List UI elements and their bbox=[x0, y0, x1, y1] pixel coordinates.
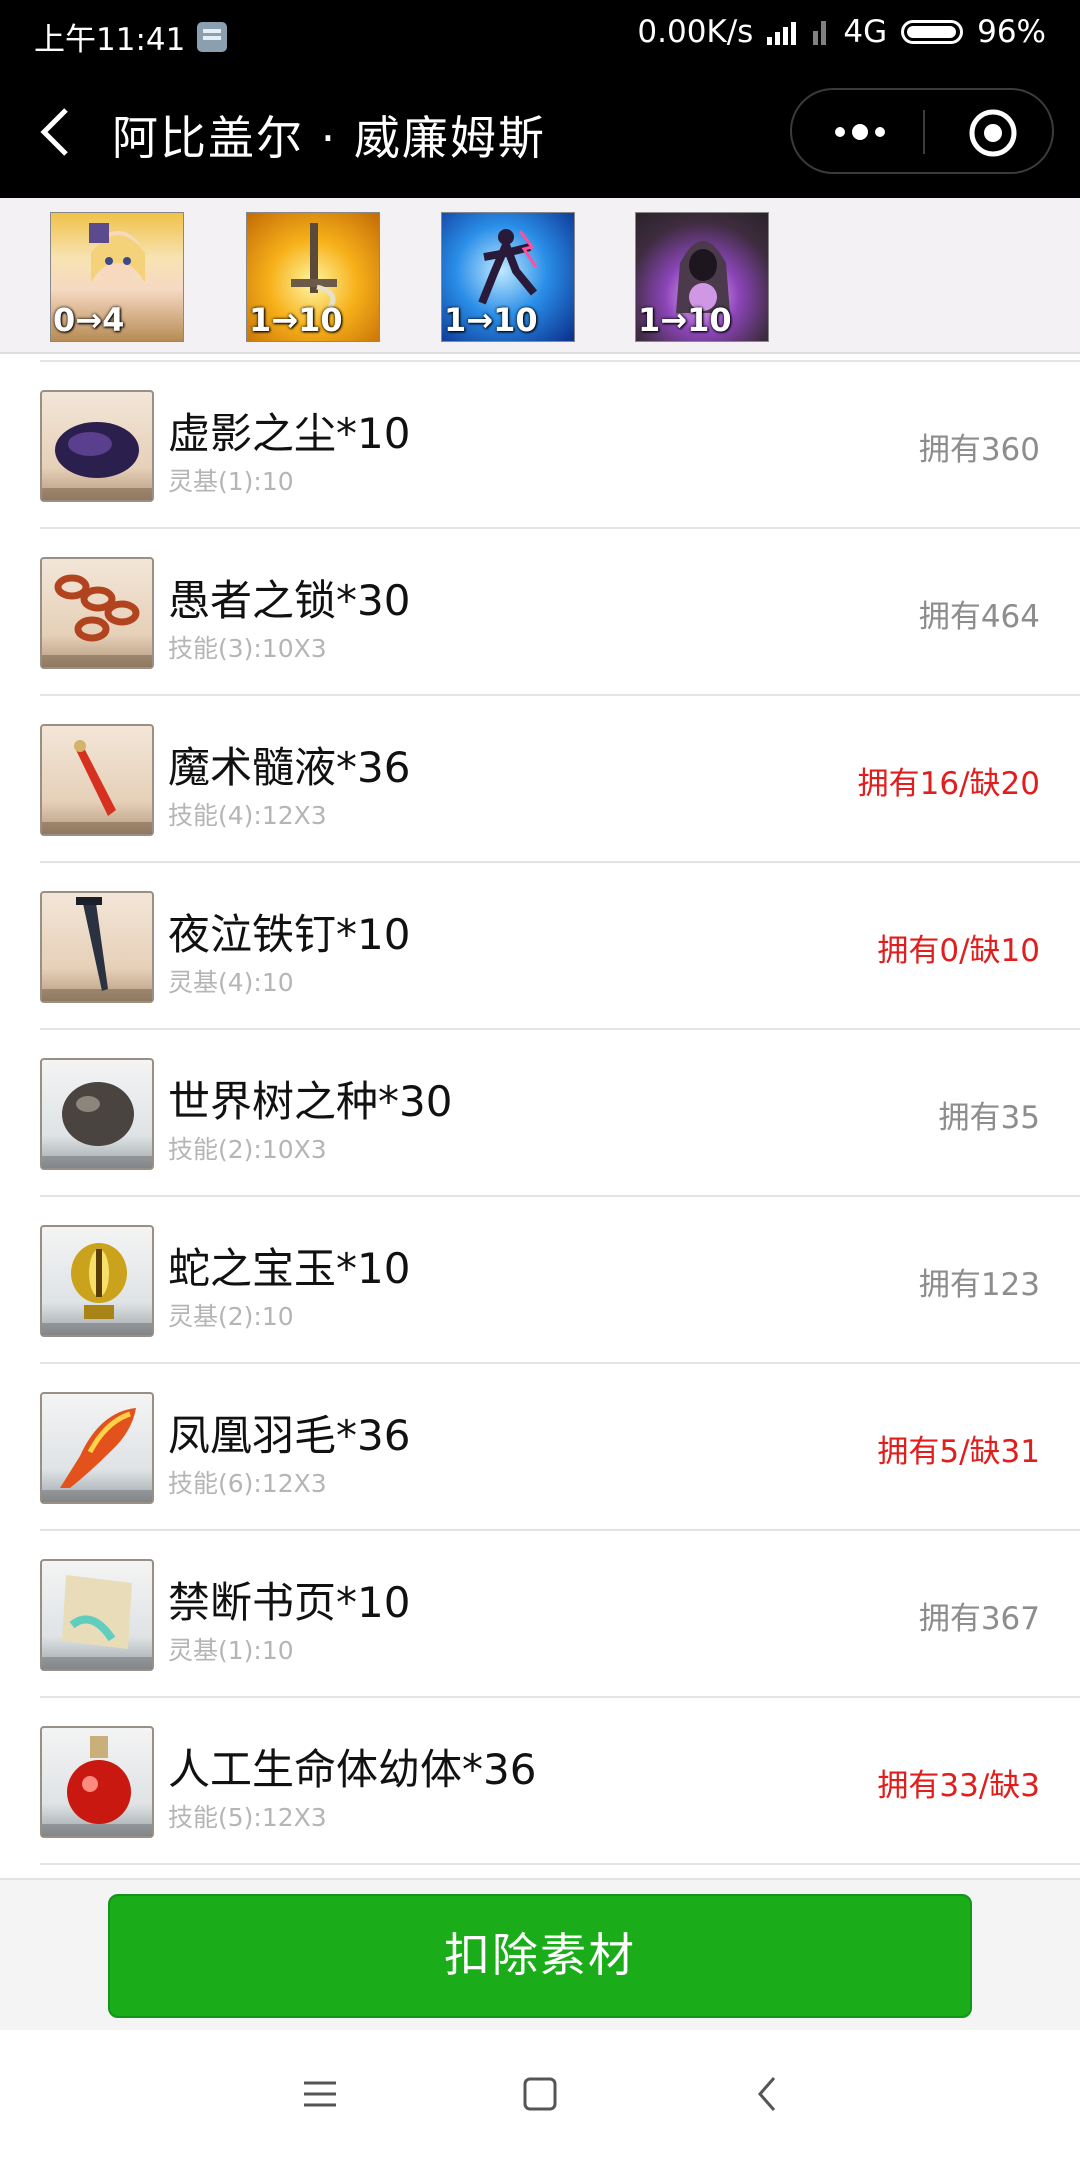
servant-ascension-tile[interactable]: 0→4 bbox=[50, 212, 184, 342]
system-back-button[interactable] bbox=[748, 2074, 788, 2114]
dust-icon bbox=[40, 390, 154, 502]
signal-secondary-icon bbox=[813, 19, 829, 45]
servant-portrait-icon bbox=[89, 223, 145, 283]
material-usage: 技能(6):12X3 bbox=[168, 1469, 327, 1498]
signal-hd-icon bbox=[767, 19, 799, 45]
battery-icon bbox=[901, 20, 964, 44]
material-usage: 灵基(2):10 bbox=[168, 1302, 294, 1331]
status-time: 上午11:41 bbox=[34, 22, 186, 58]
list-item[interactable]: 魔术髓液*36 技能(4):12X3 拥有16/缺20 bbox=[0, 696, 1080, 863]
bottom-action-bar: 扣除素材 bbox=[0, 1878, 1080, 2032]
mini-program-capsule bbox=[790, 88, 1054, 174]
skill-2-level: 1→10 bbox=[444, 301, 538, 339]
owned-count: 拥有123 bbox=[918, 1267, 1040, 1303]
skill-3-level: 1→10 bbox=[638, 301, 732, 339]
back-button[interactable] bbox=[30, 100, 90, 164]
list-item[interactable]: 凤凰羽毛*36 技能(6):12X3 拥有5/缺31 bbox=[0, 1364, 1080, 1531]
material-usage: 技能(2):10X3 bbox=[168, 1135, 327, 1164]
list-item[interactable]: 蛇之宝玉*10 灵基(2):10 拥有123 bbox=[0, 1197, 1080, 1364]
owned-count: 拥有16/缺20 bbox=[857, 766, 1040, 802]
chevron-left-icon bbox=[758, 2077, 776, 2111]
skill-1-level: 1→10 bbox=[249, 301, 343, 339]
page-title: 阿比盖尔 · 威廉姆斯 bbox=[112, 111, 546, 165]
vial-icon bbox=[40, 724, 154, 836]
serpent-jewel-icon bbox=[40, 1225, 154, 1337]
menu-button[interactable] bbox=[300, 2074, 340, 2114]
more-dots-icon bbox=[835, 124, 885, 140]
nail-icon bbox=[40, 891, 154, 1003]
net-speed: 0.00K/s bbox=[637, 14, 754, 50]
material-usage: 技能(3):10X3 bbox=[168, 634, 327, 663]
material-usage: 灵基(4):10 bbox=[168, 968, 294, 997]
upgrade-icon-strip: 0→4 1→10 1→10 1→10 bbox=[0, 198, 1080, 354]
chevron-left-icon bbox=[40, 108, 68, 156]
seed-icon bbox=[40, 1058, 154, 1170]
skill-3-tile[interactable]: 1→10 bbox=[635, 212, 769, 342]
homunculus-flask-icon bbox=[40, 1726, 154, 1838]
material-name: 愚者之锁*30 bbox=[168, 576, 411, 625]
list-item[interactable]: 人工生命体幼体*36 技能(5):12X3 拥有33/缺3 bbox=[0, 1698, 1080, 1865]
list-item[interactable]: 愚者之锁*30 技能(3):10X3 拥有464 bbox=[0, 529, 1080, 696]
owned-count: 拥有5/缺31 bbox=[877, 1434, 1040, 1470]
material-usage: 灵基(1):10 bbox=[168, 1636, 294, 1665]
material-usage: 技能(5):12X3 bbox=[168, 1803, 327, 1832]
battery-level: 96% bbox=[977, 14, 1046, 50]
owned-count: 拥有33/缺3 bbox=[877, 1768, 1040, 1804]
capsule-divider bbox=[923, 110, 925, 154]
skill-sword-icon bbox=[291, 223, 337, 311]
phoenix-feather-icon bbox=[40, 1392, 154, 1504]
list-item[interactable]: 世界树之种*30 技能(2):10X3 拥有35 bbox=[0, 1030, 1080, 1197]
list-item[interactable]: 禁断书页*10 灵基(1):10 拥有367 bbox=[0, 1531, 1080, 1698]
forbidden-page-icon bbox=[40, 1559, 154, 1671]
material-name: 魔术髓液*36 bbox=[168, 743, 411, 792]
message-notification-icon bbox=[197, 21, 228, 52]
target-close-icon bbox=[969, 109, 1017, 157]
material-usage: 技能(4):12X3 bbox=[168, 801, 327, 830]
material-name: 世界树之种*30 bbox=[168, 1077, 453, 1126]
ascension-level: 0→4 bbox=[53, 301, 125, 339]
list-item[interactable]: 夜泣铁钉*10 灵基(4):10 拥有0/缺10 bbox=[0, 863, 1080, 1030]
square-home-icon bbox=[523, 2077, 557, 2111]
owned-count: 拥有35 bbox=[938, 1100, 1040, 1136]
skill-hooded-figure-icon bbox=[676, 241, 730, 313]
deduct-materials-button[interactable]: 扣除素材 bbox=[108, 1894, 972, 2018]
more-button[interactable] bbox=[832, 112, 888, 152]
skill-1-tile[interactable]: 1→10 bbox=[246, 212, 380, 342]
material-name: 夜泣铁钉*10 bbox=[168, 910, 411, 959]
owned-count: 拥有0/缺10 bbox=[877, 933, 1040, 969]
material-name: 人工生命体幼体*36 bbox=[168, 1745, 537, 1794]
system-navigation-bar bbox=[0, 2030, 1080, 2160]
nav-bar: 阿比盖尔 · 威廉姆斯 bbox=[0, 66, 1080, 198]
material-name: 虚影之尘*10 bbox=[168, 409, 411, 458]
material-name: 禁断书页*10 bbox=[168, 1578, 411, 1627]
close-mini-program-button[interactable] bbox=[968, 108, 1018, 158]
material-name: 蛇之宝玉*10 bbox=[168, 1244, 411, 1293]
material-usage: 灵基(1):10 bbox=[168, 467, 294, 496]
material-name: 凤凰羽毛*36 bbox=[168, 1411, 411, 1460]
skill-lightning-icon bbox=[478, 229, 538, 305]
owned-count: 拥有360 bbox=[918, 432, 1040, 468]
owned-count: 拥有464 bbox=[918, 599, 1040, 635]
skill-2-tile[interactable]: 1→10 bbox=[441, 212, 575, 342]
network-type: 4G bbox=[843, 14, 888, 50]
chain-icon bbox=[40, 557, 154, 669]
owned-count: 拥有367 bbox=[918, 1601, 1040, 1637]
status-bar: 上午11:41 0.00K/s 4G 96% bbox=[0, 0, 1080, 66]
home-button[interactable] bbox=[520, 2074, 560, 2114]
list-item[interactable]: 虚影之尘*10 灵基(1):10 拥有360 bbox=[0, 362, 1080, 529]
menu-lines-icon bbox=[304, 2081, 336, 2107]
